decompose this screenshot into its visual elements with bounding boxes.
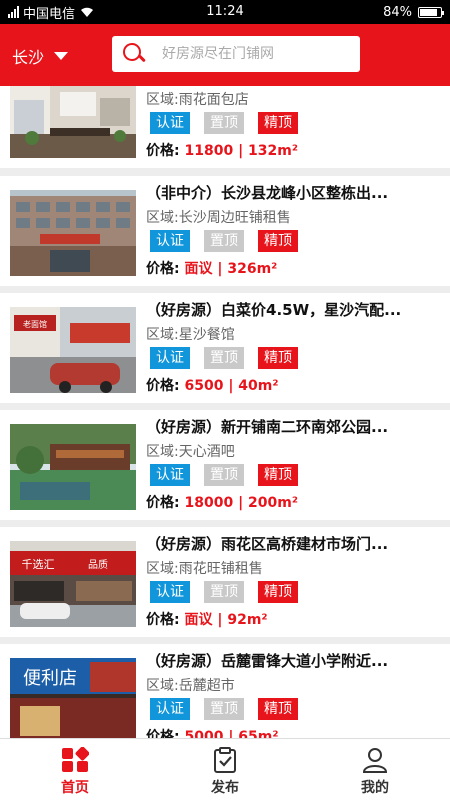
listing-tags: 认证 置顶 精顶: [150, 230, 298, 252]
list-item[interactable]: 便利店 （好房源）岳麓雷锋大道小学附近... 区域:岳麓超市 认证 置顶 精顶 …: [0, 644, 450, 738]
pinned-tag: 置顶: [204, 581, 244, 603]
listing-title: （好房源）白菜价4.5W，星沙汽配...: [146, 301, 402, 319]
list-item[interactable]: （好房源）新开铺南二环南郊公园... 区域:天心酒吧 认证 置顶 精顶 价格: …: [0, 410, 450, 520]
listing-title: （好房源）岳麓雷锋大道小学附近...: [146, 652, 389, 670]
listing-photo: [10, 424, 136, 510]
premium-tag: 精顶: [258, 464, 298, 486]
listing-price: 价格: 18000 | 200m²: [146, 492, 298, 512]
photo-sign-text: 品质: [88, 559, 108, 571]
listing-price: 价格: 11800 | 132m²: [146, 140, 298, 160]
verified-tag: 认证: [150, 112, 190, 134]
listing-price: 价格: 面议 | 326m²: [146, 258, 277, 278]
premium-tag: 精顶: [258, 230, 298, 252]
listing-price: 价格: 6500 | 40m²: [146, 375, 279, 395]
premium-tag: 精顶: [258, 698, 298, 720]
premium-tag: 精顶: [258, 112, 298, 134]
pinned-tag: 置顶: [204, 464, 244, 486]
nav-publish-label: 发布: [211, 780, 239, 796]
listing-region: 区域:岳麓超市: [146, 678, 235, 694]
list-item[interactable]: 老面馆 （好房源）白菜价4.5W，星沙汽配... 区域:星沙餐馆 认证 置顶 精…: [0, 293, 450, 403]
photo-sign-text: 老面馆: [23, 319, 47, 329]
nav-home[interactable]: 首页: [0, 739, 150, 800]
pinned-tag: 置顶: [204, 698, 244, 720]
search-box[interactable]: [112, 36, 360, 72]
listing-title: （好房源）新开铺南二环南郊公园...: [146, 418, 389, 436]
verified-tag: 认证: [150, 464, 190, 486]
price-value: 18000 | 200m²: [184, 495, 298, 511]
price-label: 价格:: [146, 729, 180, 738]
bottom-nav: 首页 发布 我的: [0, 738, 450, 800]
photo-sign-text: 便利店: [23, 668, 77, 689]
price-value: 面议 | 92m²: [184, 612, 268, 628]
list-item[interactable]: 区域:雨花面包店 认证 置顶 精顶 价格: 11800 | 132m²: [0, 86, 450, 168]
header: 长沙: [0, 24, 450, 86]
nav-home-label: 首页: [61, 780, 89, 796]
listing-price: 价格: 面议 | 92m²: [146, 609, 268, 629]
user-icon: [362, 748, 388, 773]
nav-mine[interactable]: 我的: [300, 739, 450, 800]
list-item[interactable]: 千选汇 品质 （好房源）雨花区高桥建材市场门... 区域:雨花旺铺租售 认证 置…: [0, 527, 450, 637]
nav-mine-label: 我的: [361, 780, 389, 796]
pinned-tag: 置顶: [204, 112, 244, 134]
city-label: 长沙: [12, 48, 45, 67]
list-item[interactable]: （非中介）长沙县龙峰小区整栋出... 区域:长沙周边旺铺租售 认证 置顶 精顶 …: [0, 176, 450, 286]
status-right: 84%: [383, 0, 444, 24]
price-label: 价格:: [146, 612, 180, 628]
premium-tag: 精顶: [258, 347, 298, 369]
clipboard-check-icon: [214, 747, 236, 773]
search-icon[interactable]: [120, 40, 148, 68]
listing-region: 区域:雨花面包店: [146, 92, 249, 108]
listing-title: （非中介）长沙县龙峰小区整栋出...: [146, 184, 389, 202]
listing-photo: [10, 86, 136, 158]
listing-list[interactable]: 区域:雨花面包店 认证 置顶 精顶 价格: 11800 | 132m² （非中介…: [0, 86, 450, 738]
verified-tag: 认证: [150, 698, 190, 720]
status-bar: 中国电信 11:24 84%: [0, 0, 450, 24]
battery-percent: 84%: [383, 4, 412, 20]
verified-tag: 认证: [150, 581, 190, 603]
price-label: 价格:: [146, 143, 180, 159]
chevron-down-icon: [54, 52, 69, 60]
pinned-tag: 置顶: [204, 230, 244, 252]
listing-region: 区域:长沙周边旺铺租售: [146, 210, 291, 226]
price-label: 价格:: [146, 378, 180, 394]
listing-region: 区域:天心酒吧: [146, 444, 235, 460]
price-value: 5000 | 65m²: [184, 729, 279, 738]
listing-title: （好房源）雨花区高桥建材市场门...: [146, 535, 389, 553]
listing-tags: 认证 置顶 精顶: [150, 464, 298, 486]
listing-photo: 老面馆: [10, 307, 136, 393]
listing-price: 价格: 5000 | 65m²: [146, 726, 279, 738]
verified-tag: 认证: [150, 347, 190, 369]
listing-photo: 便利店: [10, 658, 136, 738]
price-value: 6500 | 40m²: [184, 378, 279, 394]
home-grid-icon: [62, 747, 89, 772]
verified-tag: 认证: [150, 230, 190, 252]
listing-tags: 认证 置顶 精顶: [150, 581, 298, 603]
price-value: 面议 | 326m²: [184, 261, 278, 277]
search-input[interactable]: [162, 46, 342, 62]
listing-region: 区域:星沙餐馆: [146, 327, 235, 343]
pinned-tag: 置顶: [204, 347, 244, 369]
price-label: 价格:: [146, 495, 180, 511]
city-selector[interactable]: 长沙: [12, 44, 69, 68]
listing-photo: [10, 190, 136, 276]
battery-icon: [418, 6, 444, 18]
listing-tags: 认证 置顶 精顶: [150, 698, 298, 720]
premium-tag: 精顶: [258, 581, 298, 603]
listing-tags: 认证 置顶 精顶: [150, 347, 298, 369]
price-label: 价格:: [146, 261, 180, 277]
photo-sign-text: 千选汇: [22, 558, 55, 571]
price-value: 11800 | 132m²: [184, 143, 298, 159]
nav-publish[interactable]: 发布: [150, 739, 300, 800]
listing-photo: 千选汇 品质: [10, 541, 136, 627]
listing-region: 区域:雨花旺铺租售: [146, 561, 263, 577]
listing-tags: 认证 置顶 精顶: [150, 112, 298, 134]
